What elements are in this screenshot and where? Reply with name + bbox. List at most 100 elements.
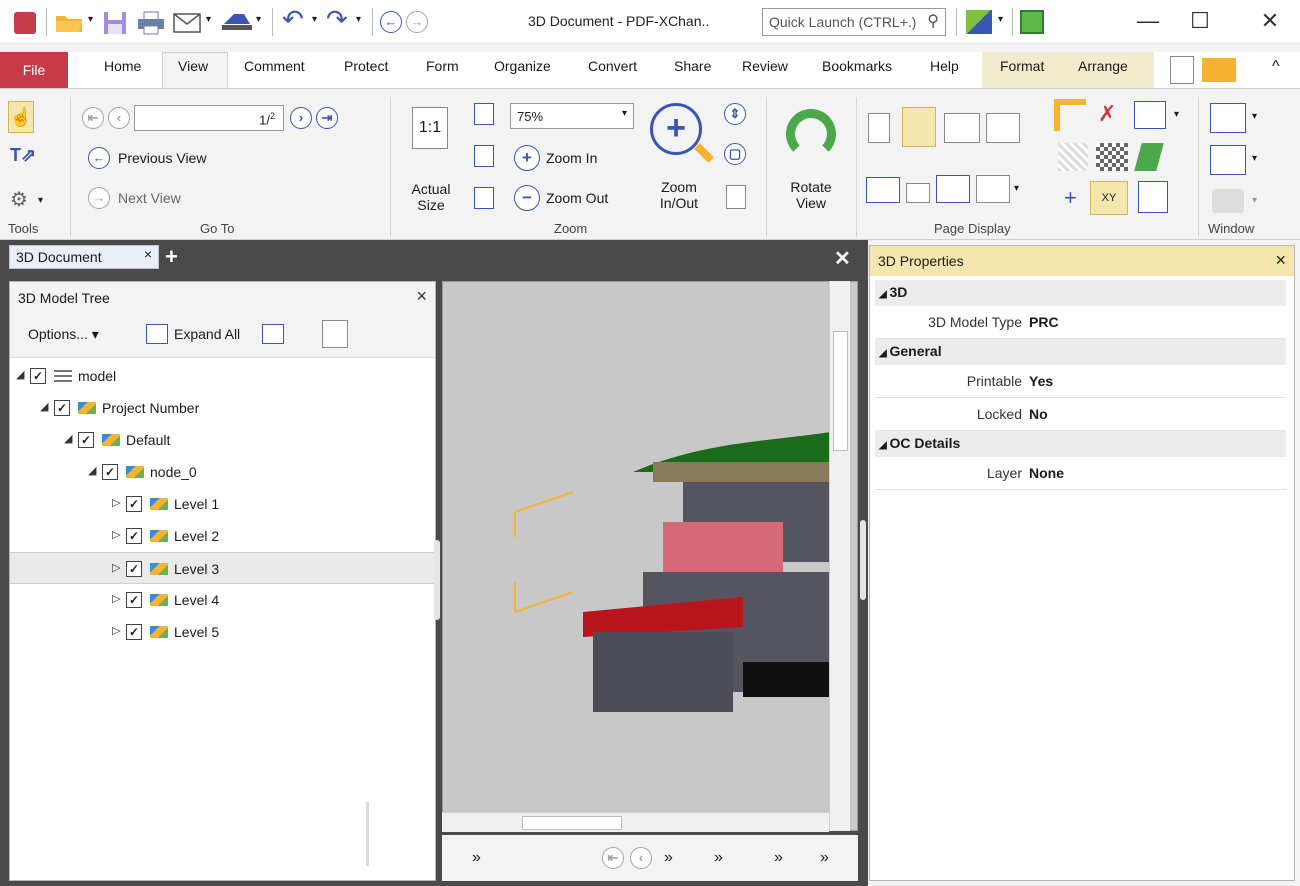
loupe-icon[interactable] — [726, 185, 746, 209]
tab-form[interactable]: Form — [426, 58, 459, 74]
search-folder-icon[interactable] — [1202, 58, 1236, 82]
tab-3d-document[interactable]: 3D Document × — [9, 245, 159, 269]
nav-more-icon-3[interactable]: » — [774, 849, 783, 867]
tab-arrange[interactable]: Arrange — [1078, 58, 1128, 74]
tree-row[interactable]: ◢ ✓ Project Number — [10, 392, 435, 424]
facing-pages-icon[interactable] — [936, 175, 970, 203]
previous-page-icon[interactable]: ‹ — [108, 107, 130, 129]
quick-launch-input[interactable]: Quick Launch (CTRL+.) ⚲ — [762, 8, 946, 36]
zoom-level-select[interactable]: 75% ▾ — [510, 103, 634, 129]
zoom-tool-icon[interactable]: ⚙ — [10, 187, 28, 212]
node-checkbox[interactable]: ✓ — [102, 464, 118, 480]
color-icon[interactable] — [1134, 143, 1164, 171]
save-icon[interactable] — [102, 10, 128, 36]
find-icon[interactable] — [1170, 56, 1194, 84]
pane-splitter-left[interactable] — [434, 540, 440, 620]
minimize-button[interactable]: — — [1128, 8, 1168, 36]
tile-windows-icon[interactable] — [1210, 145, 1246, 175]
scan-dropdown-icon[interactable]: ▾ — [256, 14, 261, 25]
collapse-ribbon-icon[interactable]: ^ — [1272, 58, 1280, 76]
collapse-category-icon[interactable]: ◢ — [879, 348, 889, 359]
tab-view[interactable]: View — [178, 58, 208, 74]
split-horizontal-icon[interactable] — [866, 177, 900, 203]
zoom-out-button[interactable]: Zoom Out — [546, 190, 608, 206]
single-page-continuous-icon[interactable] — [902, 107, 936, 147]
print-icon[interactable] — [136, 10, 166, 36]
page-layout-dropdown-icon[interactable]: ▾ — [1014, 183, 1019, 194]
tree-row[interactable]: ◢ ✓ model — [10, 360, 435, 392]
tab-help[interactable]: Help — [930, 58, 959, 74]
hand-tool-icon[interactable]: ☝ — [8, 101, 34, 133]
tab-organize[interactable]: Organize — [494, 58, 551, 74]
tab-review[interactable]: Review — [742, 58, 788, 74]
tab-bookmarks[interactable]: Bookmarks — [822, 58, 892, 74]
new-tab-icon[interactable]: + — [165, 244, 178, 270]
fit-page-icon[interactable] — [474, 103, 494, 125]
collapse-node-icon[interactable]: ◢ — [16, 368, 24, 381]
rotate-view-icon[interactable] — [786, 109, 836, 159]
close-tab-icon[interactable]: × — [144, 246, 152, 262]
nav-expand-icon[interactable]: » — [472, 849, 481, 867]
email-icon[interactable] — [172, 10, 202, 34]
vertical-scroll-thumb[interactable] — [833, 331, 848, 451]
customize-dropdown-icon[interactable]: ▾ — [998, 14, 1003, 25]
property-row[interactable]: Layer None — [875, 457, 1286, 490]
pane-splitter-right[interactable] — [860, 520, 866, 600]
tab-share[interactable]: Share — [674, 58, 711, 74]
tile-dropdown-icon[interactable]: ▾ — [1252, 153, 1257, 164]
zoom-out-icon[interactable]: − — [514, 185, 540, 211]
fullscreen-icon[interactable] — [1020, 10, 1044, 34]
node-checkbox[interactable]: ✓ — [126, 592, 142, 608]
next-view-button[interactable]: Next View — [118, 190, 181, 206]
zoom-in-button[interactable]: Zoom In — [546, 150, 597, 166]
page-number-input[interactable]: 1/2 — [134, 105, 284, 131]
marquee-zoom-icon[interactable]: ▢ — [724, 143, 746, 165]
tree-row[interactable]: ▷ ✓ Level 1 — [10, 488, 435, 520]
property-category[interactable]: ◢ 3D — [875, 280, 1286, 306]
undo-dropdown-icon[interactable]: ▾ — [312, 14, 317, 25]
tree-row[interactable]: ▷ ✓ Level 4 — [10, 584, 435, 616]
next-view-icon[interactable]: → — [88, 187, 110, 209]
expand-node-icon[interactable]: ▷ — [112, 624, 120, 637]
collapse-category-icon[interactable]: ◢ — [879, 440, 889, 451]
tab-convert[interactable]: Convert — [588, 58, 637, 74]
tree-row[interactable]: ▷ ✓ Level 3 — [10, 552, 435, 584]
two-pages-continuous-icon[interactable] — [986, 113, 1020, 143]
expand-node-icon[interactable]: ▷ — [112, 496, 120, 509]
collapse-node-icon[interactable]: ◢ — [88, 464, 96, 477]
property-row[interactable]: Printable Yes — [875, 365, 1286, 398]
snap-icon[interactable] — [1138, 181, 1168, 213]
horizontal-scroll-thumb[interactable] — [522, 816, 622, 830]
close-button[interactable]: ✕ — [1250, 8, 1290, 36]
property-category[interactable]: ◢ General — [875, 339, 1286, 365]
previous-view-button[interactable]: Previous View — [118, 150, 206, 166]
expand-node-icon[interactable]: ▷ — [112, 592, 120, 605]
node-checkbox[interactable]: ✓ — [126, 624, 142, 640]
expand-node-icon[interactable]: ▷ — [112, 528, 120, 541]
cover-page-icon[interactable] — [906, 183, 930, 203]
open-dropdown-icon[interactable]: ▾ — [88, 14, 93, 25]
guides-icon[interactable] — [1058, 143, 1088, 171]
node-checkbox[interactable]: ✓ — [54, 400, 70, 416]
crosshair-icon[interactable]: + — [1064, 185, 1077, 211]
scan-icon[interactable] — [220, 10, 254, 34]
tree-row[interactable]: ▷ ✓ Level 5 — [10, 616, 435, 648]
email-dropdown-icon[interactable]: ▾ — [206, 14, 211, 25]
options-button[interactable]: Options... ▾ — [28, 326, 99, 343]
collapse-node-icon[interactable]: ◢ — [40, 400, 48, 413]
back-icon[interactable]: ← — [380, 11, 402, 33]
tab-protect[interactable]: Protect — [344, 58, 388, 74]
node-checkbox[interactable]: ✓ — [126, 528, 142, 544]
select-text-icon[interactable]: T⇗ — [10, 145, 36, 166]
zoom-tool-dropdown-icon[interactable]: ▾ — [38, 195, 43, 206]
redo-dropdown-icon[interactable]: ▾ — [356, 14, 361, 25]
zoom-dynamic-icon[interactable]: ⇕ — [724, 103, 746, 125]
nav-more-icon-4[interactable]: » — [820, 849, 829, 867]
close-pane-icon[interactable]: × — [416, 286, 427, 307]
node-checkbox[interactable]: ✓ — [78, 432, 94, 448]
3d-viewport[interactable] — [442, 281, 858, 831]
node-checkbox[interactable]: ✓ — [30, 368, 46, 384]
close-properties-icon[interactable]: × — [1275, 250, 1286, 271]
previous-view-icon[interactable]: ← — [88, 147, 110, 169]
single-page-icon[interactable] — [868, 113, 890, 143]
